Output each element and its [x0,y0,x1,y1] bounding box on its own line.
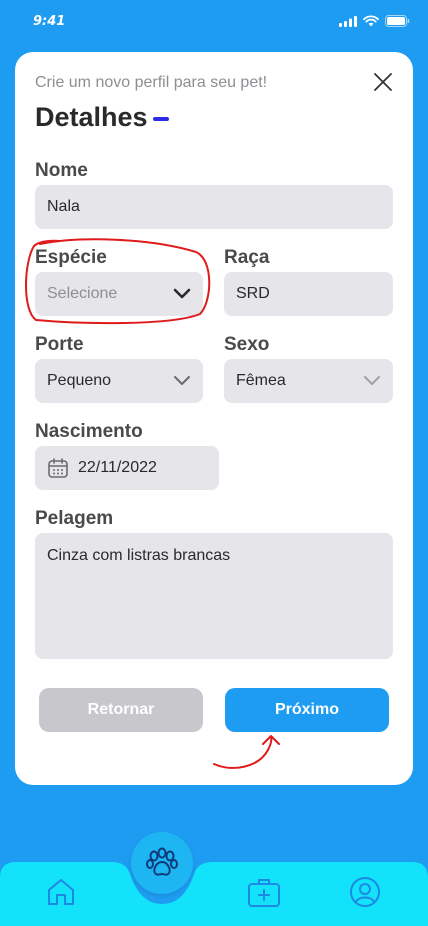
nome-field[interactable]: Nala [35,185,393,229]
close-button[interactable] [373,72,393,92]
nascimento-value: 22/11/2022 [78,459,157,476]
pelagem-value: Cinza com listras brancas [47,547,231,564]
back-button[interactable]: Retornar [39,688,203,732]
medical-kit-icon [248,879,280,907]
porte-select[interactable]: Pequeno [35,359,203,403]
tab-pets[interactable] [131,832,193,894]
battery-icon [385,15,410,27]
nascimento-datepicker[interactable]: 22/11/2022 [35,446,219,490]
raca-field[interactable]: SRD [224,272,393,316]
tab-profile[interactable] [349,876,381,913]
title-accent [153,117,169,121]
sexo-value: Fêmea [236,372,286,389]
nome-label: Nome [35,160,88,181]
especie-label: Espécie [35,247,107,268]
porte-label: Porte [35,334,84,355]
wifi-icon [363,15,379,27]
status-bar: 9:41 [0,0,428,44]
nascimento-label: Nascimento [35,421,143,442]
next-button[interactable]: Próximo [225,688,389,732]
page-subtitle: Crie um novo perfil para seu pet! [35,74,268,91]
status-time: 9:41 [33,14,66,29]
sexo-select[interactable]: Fêmea [224,359,393,403]
status-icons [339,15,410,27]
page-title: Detalhes [35,102,148,132]
chevron-down-icon [173,288,191,299]
especie-select[interactable]: Selecione [35,272,203,316]
home-icon [48,879,74,905]
raca-label: Raça [224,247,270,268]
profile-icon [350,877,380,907]
porte-value: Pequeno [47,372,112,389]
sexo-label: Sexo [224,334,270,355]
signal-icon [339,15,357,27]
raca-value: SRD [236,285,270,302]
close-icon [374,73,392,91]
calendar-icon [48,458,68,478]
pelagem-textarea[interactable]: Cinza com listras brancas [35,533,393,659]
pelagem-label: Pelagem [35,508,114,529]
nome-value: Nala [47,198,80,215]
tab-home[interactable] [45,876,77,913]
especie-placeholder: Selecione [47,285,118,302]
create-pet-card: Crie um novo perfil para seu pet! Detalh… [15,52,413,785]
tab-health[interactable] [247,876,281,913]
chevron-down-icon [174,376,190,385]
paw-icon [146,847,178,876]
chevron-down-icon [364,376,380,385]
